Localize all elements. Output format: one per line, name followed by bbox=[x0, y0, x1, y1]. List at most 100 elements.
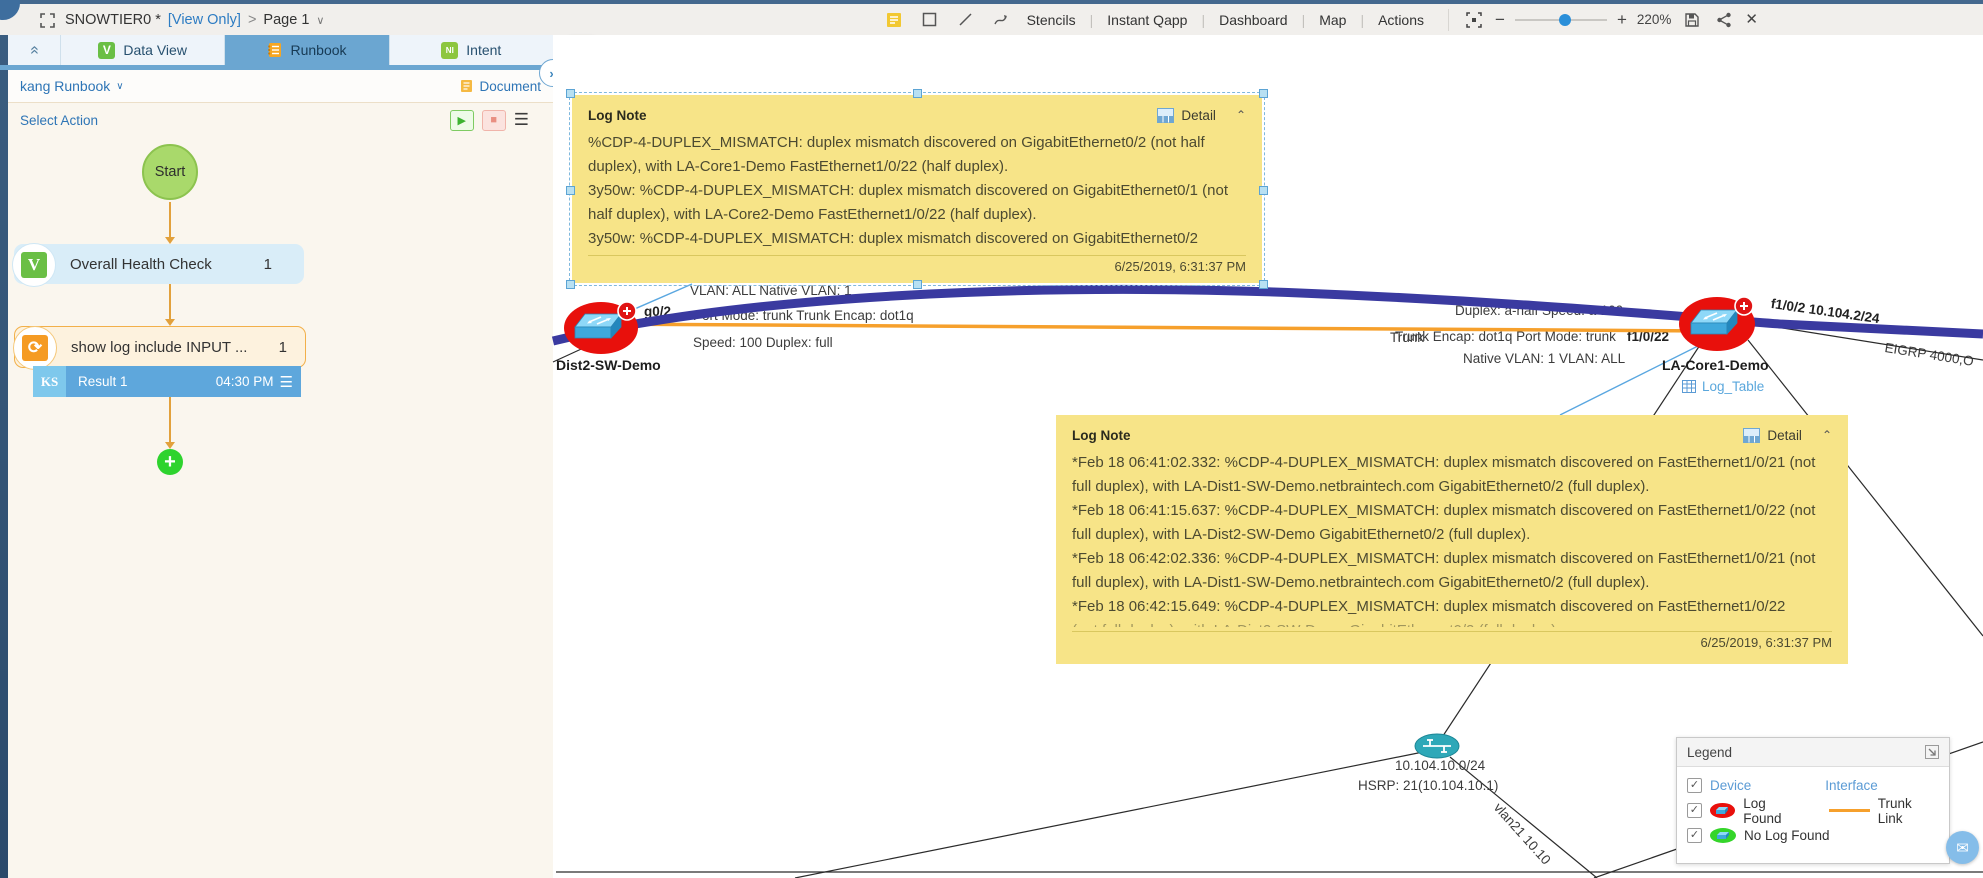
zoom-in-button[interactable]: + bbox=[1617, 11, 1627, 28]
share-icon[interactable] bbox=[1713, 9, 1735, 31]
menu-separator: | bbox=[1090, 12, 1094, 28]
menu-instant-qapp[interactable]: Instant Qapp bbox=[1107, 12, 1187, 28]
interface-label-g02: g0/2 bbox=[644, 304, 671, 319]
zoom-level[interactable]: 220% bbox=[1637, 12, 1672, 27]
trunk-link-swatch bbox=[1829, 809, 1870, 812]
legend-header: Legend bbox=[1677, 738, 1949, 767]
run-button[interactable]: ▶ bbox=[450, 110, 474, 131]
device-checkbox[interactable]: ✓ bbox=[1687, 778, 1702, 793]
log-found-device-icon bbox=[1710, 803, 1735, 818]
legend-trunk-link-label: Trunk Link bbox=[1878, 796, 1939, 826]
flow-start-node[interactable]: Start bbox=[142, 144, 198, 200]
log-note-1[interactable]: Log Note Detail ⌃ %CDP-4-DUPLEX_MISMATCH… bbox=[572, 95, 1262, 283]
tab-intent[interactable]: NI Intent bbox=[389, 35, 553, 65]
runbook-header: kang Runbook ∨ Document bbox=[8, 70, 553, 103]
legend-panel: Legend ✓ Device Interface ✓ Log Found Tr… bbox=[1676, 737, 1950, 864]
no-log-checkbox[interactable]: ✓ bbox=[1687, 828, 1702, 843]
note-tool-icon[interactable] bbox=[883, 9, 905, 31]
result-label: Result 1 bbox=[78, 374, 128, 389]
result-menu-icon[interactable]: ☰ bbox=[280, 373, 293, 391]
device-dist2-sw-demo[interactable] bbox=[563, 300, 641, 361]
zoom-out-button[interactable]: − bbox=[1495, 11, 1505, 28]
link-label-portmode: Port Mode: trunk Trunk Encap: dot1q bbox=[693, 308, 914, 323]
flow-connector bbox=[169, 284, 171, 320]
fullscreen-expand-icon[interactable] bbox=[36, 9, 58, 31]
stop-button[interactable]: ■ bbox=[482, 110, 506, 131]
close-map-icon[interactable]: ✕ bbox=[1745, 12, 1758, 27]
result-user-badge: KS bbox=[33, 366, 66, 397]
device-label-dist2[interactable]: Dist2-SW-Demo bbox=[556, 357, 661, 373]
collapse-note-icon[interactable]: ⌃ bbox=[1236, 108, 1246, 122]
selection-handle[interactable] bbox=[1259, 280, 1268, 289]
log-note-2[interactable]: Log Note Detail ⌃ *Feb 18 06:41:02.332: … bbox=[1056, 415, 1848, 664]
note-detail-button[interactable]: Detail bbox=[1743, 428, 1802, 443]
save-icon[interactable] bbox=[1681, 9, 1703, 31]
legend-row-headers: ✓ Device Interface bbox=[1677, 773, 1949, 798]
runbook-menu-icon[interactable]: ☰ bbox=[514, 110, 529, 130]
tab-runbook[interactable]: Runbook bbox=[224, 35, 388, 65]
device-label-core1[interactable]: LA-Core1-Demo bbox=[1662, 357, 1769, 373]
runbook-name-dropdown[interactable]: kang Runbook ∨ bbox=[20, 78, 124, 94]
node-label: show log include INPUT ... bbox=[71, 339, 247, 356]
flow-node-show-log[interactable]: ⟳ show log include INPUT ... 1 bbox=[14, 326, 306, 368]
result-row[interactable]: KS Result 1 04:30 PM ☰ bbox=[33, 366, 301, 397]
select-action-link[interactable]: Select Action bbox=[20, 113, 98, 128]
menu-map[interactable]: Map bbox=[1319, 12, 1346, 28]
log-table-link[interactable]: Log_Table bbox=[1682, 379, 1764, 394]
note-title: Log Note bbox=[1072, 428, 1131, 443]
legend-popout-icon[interactable] bbox=[1925, 745, 1939, 759]
document-button[interactable]: Document bbox=[460, 79, 541, 94]
view-only-badge[interactable]: [View Only] bbox=[168, 12, 241, 28]
link-label-duplex: Duplex: a-half Speed: a-100 bbox=[1455, 303, 1623, 318]
fit-to-screen-icon[interactable] bbox=[1463, 9, 1485, 31]
table-icon bbox=[1682, 380, 1696, 393]
curve-tool-icon[interactable] bbox=[991, 9, 1013, 31]
selection-handle[interactable] bbox=[566, 280, 575, 289]
menu-dashboard[interactable]: Dashboard bbox=[1219, 12, 1288, 28]
selection-handle[interactable] bbox=[913, 89, 922, 98]
tab-label: Intent bbox=[466, 42, 501, 58]
note-detail-button[interactable]: Detail bbox=[1157, 108, 1216, 123]
note-timestamp: 6/25/2019, 6:31:37 PM bbox=[588, 255, 1246, 274]
no-log-device-icon bbox=[1710, 828, 1736, 843]
selection-handle[interactable] bbox=[1259, 186, 1268, 195]
selection-handle[interactable] bbox=[566, 89, 575, 98]
detail-label: Detail bbox=[1181, 108, 1216, 123]
collapse-note-icon[interactable]: ⌃ bbox=[1822, 428, 1832, 442]
shape-tool-icon[interactable] bbox=[919, 9, 941, 31]
log-line: %CDP-4-DUPLEX_MISMATCH: duplex mismatch … bbox=[588, 131, 1246, 179]
collapse-panel-icon[interactable]: » bbox=[8, 35, 60, 65]
selection-handle[interactable] bbox=[913, 280, 922, 289]
note-header: Log Note Detail ⌃ bbox=[1072, 423, 1832, 447]
log-found-checkbox[interactable]: ✓ bbox=[1687, 803, 1702, 818]
node-badge: V bbox=[12, 243, 56, 287]
lan-subnet-label: 10.104.10.0/24 bbox=[1395, 758, 1485, 773]
line-tool-icon[interactable] bbox=[955, 9, 977, 31]
feedback-button[interactable]: ✉ bbox=[1946, 831, 1979, 864]
breadcrumb: SNOWTIER0 * [View Only] > Page 1 ∨ bbox=[36, 9, 324, 31]
flow-node-health-check[interactable]: V Overall Health Check 1 bbox=[14, 244, 304, 284]
zoom-slider[interactable] bbox=[1515, 19, 1607, 21]
log-table-label: Log_Table bbox=[1702, 379, 1764, 394]
tab-label: Data View bbox=[123, 42, 187, 58]
page-selector[interactable]: Page 1 bbox=[263, 12, 309, 28]
menu-stencils[interactable]: Stencils bbox=[1027, 12, 1076, 28]
menu-actions[interactable]: Actions bbox=[1378, 12, 1424, 28]
note-body: %CDP-4-DUPLEX_MISMATCH: duplex mismatch … bbox=[588, 131, 1246, 251]
legend-row-log-found: ✓ Log Found Trunk Link bbox=[1677, 798, 1949, 823]
selection-handle[interactable] bbox=[1259, 89, 1268, 98]
tab-data-view[interactable]: V Data View bbox=[60, 35, 224, 65]
device-la-core1-demo[interactable] bbox=[1678, 295, 1758, 358]
link-label-speed: Speed: 100 Duplex: full bbox=[693, 335, 833, 350]
log-line: 3y50w: %CDP-4-DUPLEX_MISMATCH: duplex mi… bbox=[588, 227, 1246, 251]
selection-handle[interactable] bbox=[566, 186, 575, 195]
legend-title: Legend bbox=[1687, 745, 1732, 760]
tab-label: Runbook bbox=[290, 42, 346, 58]
log-line-clipped: (not full duplex), with LA-Dist2-SW-Demo… bbox=[1072, 619, 1832, 627]
node-count: 1 bbox=[279, 339, 287, 356]
page-chevron-down-icon[interactable]: ∨ bbox=[316, 14, 324, 27]
node-count: 1 bbox=[264, 256, 272, 273]
add-action-button[interactable]: + bbox=[157, 449, 183, 475]
zoom-slider-knob[interactable] bbox=[1559, 14, 1571, 26]
link-label-nativevlan: Native VLAN: 1 VLAN: ALL bbox=[1463, 351, 1625, 366]
